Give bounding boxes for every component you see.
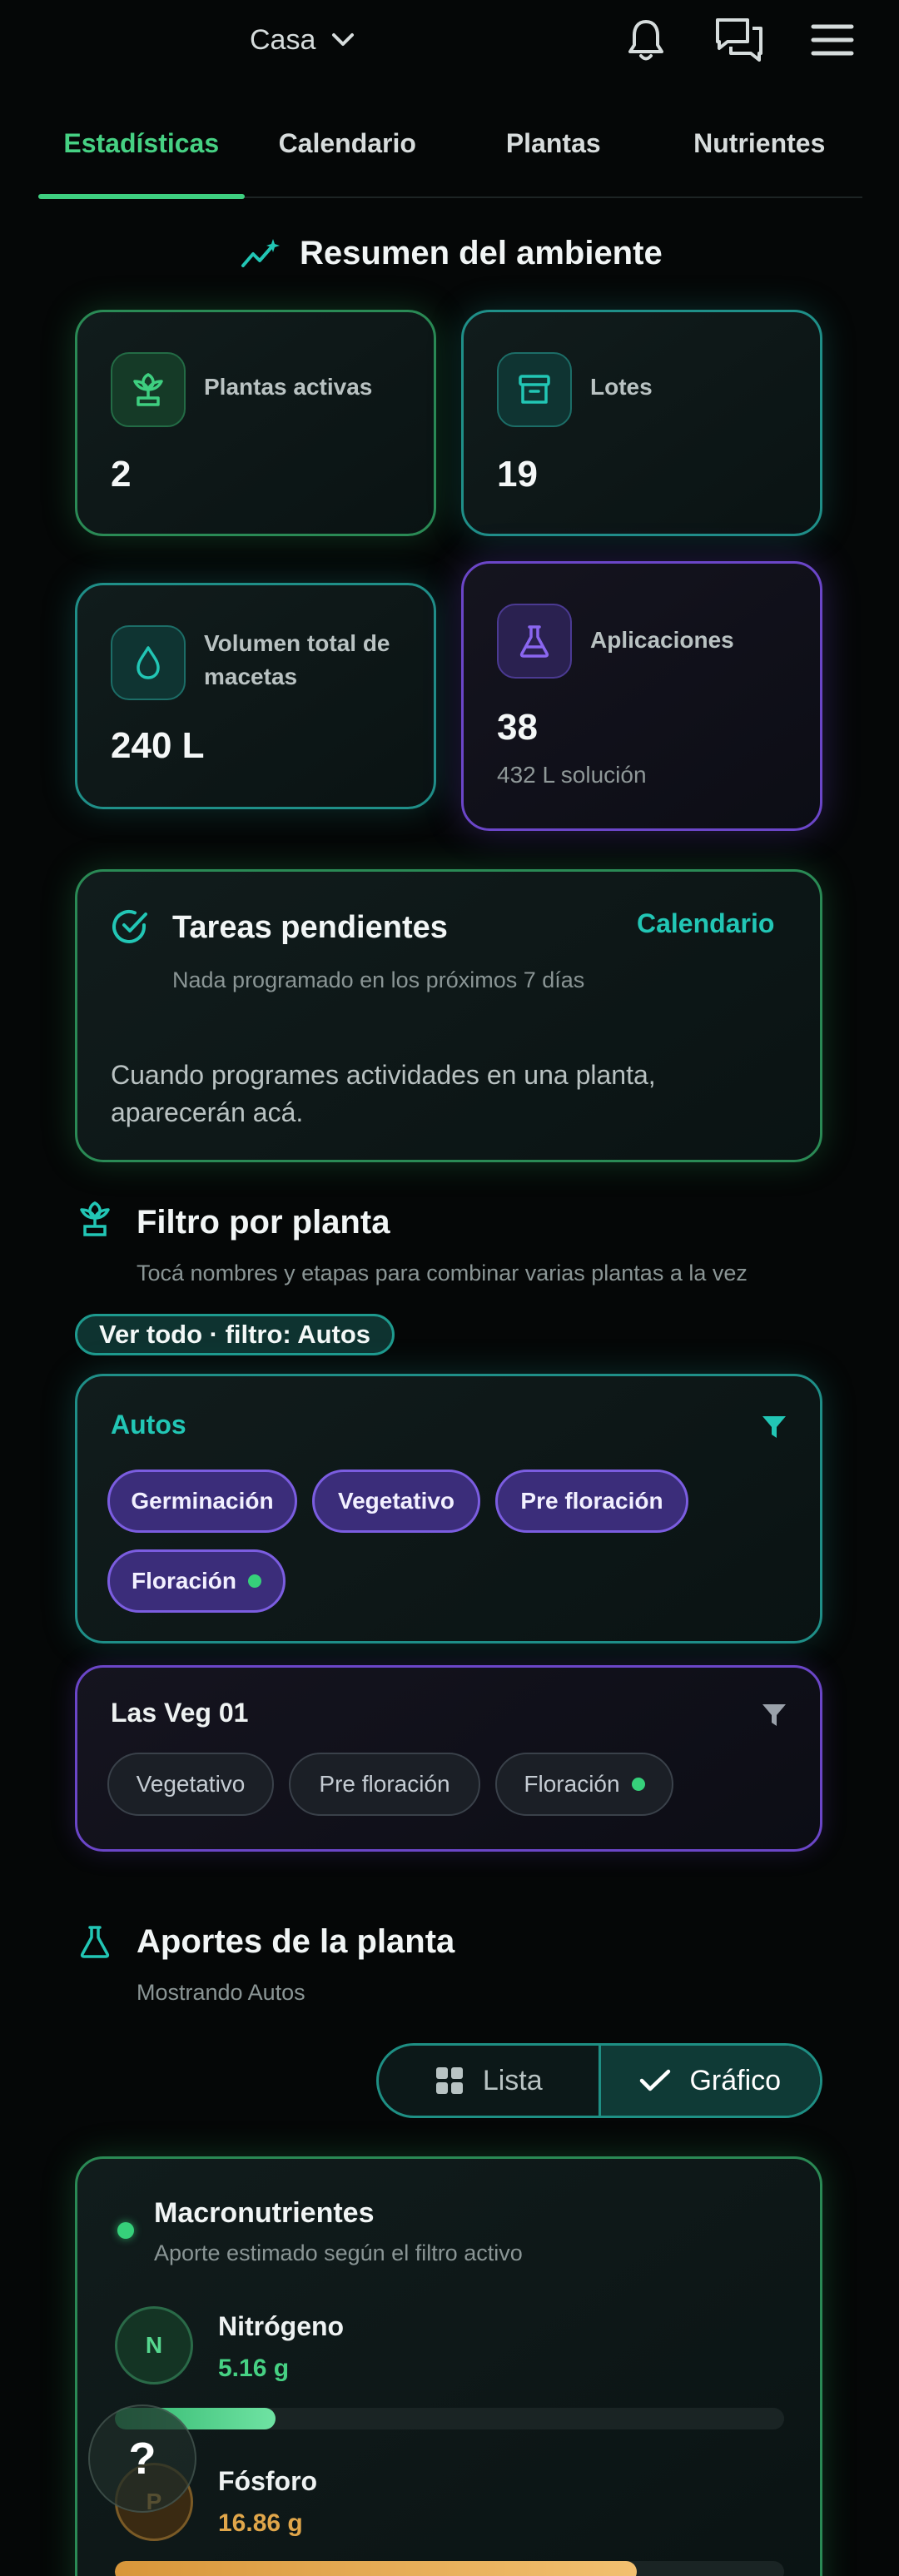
tab-plantas[interactable]: Plantas xyxy=(450,112,657,196)
nutrient-bar-track xyxy=(115,2561,784,2576)
tasks-subtitle: Nada programado en los próximos 7 días xyxy=(172,967,585,992)
stage-chip-prefloracion[interactable]: Pre floración xyxy=(289,1753,480,1816)
nutrient-name: Fósforo xyxy=(218,2466,318,2496)
stat-label: Plantas activas xyxy=(204,374,373,400)
tasks-calendar-link[interactable]: Calendario xyxy=(637,908,774,939)
grid-icon xyxy=(435,2066,464,2096)
summary-header: Resumen del ambiente xyxy=(240,235,663,272)
plant-name: Autos xyxy=(111,1410,186,1440)
view-chart-label: Gráfico xyxy=(689,2064,782,2096)
stage-chip-germinacion[interactable]: Germinación xyxy=(107,1470,297,1533)
stage-chip-vegetativo[interactable]: Vegetativo xyxy=(107,1753,274,1816)
tasks-title: Tareas pendientes xyxy=(172,910,448,945)
current-stage-dot xyxy=(631,1778,645,1791)
stage-label: Floración xyxy=(524,1771,620,1797)
contributions-title: Aportes de la planta xyxy=(137,1923,455,1960)
stage-chip-vegetativo[interactable]: Vegetativo xyxy=(312,1470,480,1533)
help-fab[interactable]: ? xyxy=(88,2404,196,2513)
check-icon xyxy=(639,2068,671,2093)
stage-label: Vegetativo xyxy=(337,1488,455,1514)
stat-sub: 432 L solución xyxy=(497,762,647,788)
tasks-card: Tareas pendientes Calendario Nada progra… xyxy=(75,869,822,1162)
nutrient-bar-fill xyxy=(115,2561,638,2576)
main-tabs: Estadísticas Calendario Plantas Nutrient… xyxy=(38,112,863,199)
flask-icon xyxy=(497,604,572,679)
stage-chip-prefloracion[interactable]: Pre floración xyxy=(495,1470,688,1533)
plant-filter-icon xyxy=(77,1199,113,1241)
plant-card-autos[interactable]: Autos Germinación Vegetativo Pre floraci… xyxy=(75,1374,822,1644)
nutrient-value: 16.86 g xyxy=(218,2509,303,2537)
view-chart-button[interactable]: Gráfico xyxy=(598,2046,820,2116)
filter-funnel-icon[interactable] xyxy=(760,1413,788,1441)
check-circle-icon xyxy=(111,907,151,947)
stat-value: 19 xyxy=(497,454,538,495)
macro-subtitle: Aporte estimado según el filtro activo xyxy=(154,2240,523,2265)
nutrient-value: 5.16 g xyxy=(218,2355,290,2382)
stat-card-plants: Plantas activas 2 xyxy=(75,310,436,536)
stat-card-volume: Volumen total de macetas 240 L xyxy=(75,583,436,809)
stat-label: Volumen total de macetas xyxy=(204,630,390,689)
plant-name: Las Veg 01 xyxy=(111,1698,249,1728)
stage-label: Pre floración xyxy=(520,1488,663,1514)
menu-icon[interactable] xyxy=(807,15,857,65)
nutrient-name: Nitrógeno xyxy=(218,2311,345,2341)
nutrient-badge-n: N xyxy=(115,2306,193,2385)
stat-card-applications: Aplicaciones 38 432 L solución xyxy=(461,561,822,831)
environment-selector[interactable]: Casa xyxy=(250,18,355,62)
contributions-subtitle: Mostrando Autos xyxy=(137,1980,305,2005)
nutrient-bar-track xyxy=(115,2408,784,2429)
filter-subtitle: Tocá nombres y etapas para combinar vari… xyxy=(137,1261,748,1286)
flask-icon xyxy=(78,1923,112,1960)
stat-card-batches: Lotes 19 xyxy=(461,310,822,536)
tab-nutrientes[interactable]: Nutrientes xyxy=(657,112,863,196)
tab-calendario[interactable]: Calendario xyxy=(245,112,451,196)
current-stage-dot xyxy=(248,1574,261,1588)
stage-label: Vegetativo xyxy=(136,1771,246,1797)
chevron-down-icon xyxy=(330,32,355,48)
view-toggle: Lista Gráfico xyxy=(376,2043,822,2118)
sparkle-chart-icon xyxy=(240,237,281,271)
summary-title: Resumen del ambiente xyxy=(300,235,663,271)
environment-name: Casa xyxy=(250,23,316,56)
stat-label: Aplicaciones xyxy=(590,627,734,653)
filter-active-pill[interactable]: Ver todo · filtro: Autos xyxy=(75,1314,395,1355)
view-list-label: Lista xyxy=(482,2064,543,2096)
stat-value: 240 L xyxy=(111,725,205,766)
macro-title: Macronutrientes xyxy=(154,2197,375,2229)
chat-icon[interactable] xyxy=(714,15,764,65)
drop-icon xyxy=(111,625,186,700)
stat-label: Lotes xyxy=(590,374,653,400)
view-list-button[interactable]: Lista xyxy=(379,2046,599,2116)
filter-title: Filtro por planta xyxy=(137,1204,390,1241)
filter-funnel-icon[interactable] xyxy=(760,1701,788,1729)
archive-icon xyxy=(497,352,572,427)
stage-label: Floración xyxy=(131,1568,236,1594)
stat-value: 2 xyxy=(111,454,132,495)
stage-label: Germinación xyxy=(131,1488,274,1514)
stage-chip-floracion[interactable]: Floración xyxy=(107,1549,286,1613)
stat-value: 38 xyxy=(497,707,538,748)
bell-icon[interactable] xyxy=(621,15,671,65)
plant-card-las-veg-01[interactable]: Las Veg 01 Vegetativo Pre floración Flor… xyxy=(75,1665,822,1852)
stage-chip-floracion[interactable]: Floración xyxy=(495,1753,673,1816)
tab-estadisticas[interactable]: Estadísticas xyxy=(38,112,245,199)
stage-label: Pre floración xyxy=(319,1771,450,1797)
plant-icon xyxy=(111,352,186,427)
tasks-empty-message: Cuando programes actividades en una plan… xyxy=(111,1060,656,1127)
status-dot xyxy=(117,2222,134,2239)
